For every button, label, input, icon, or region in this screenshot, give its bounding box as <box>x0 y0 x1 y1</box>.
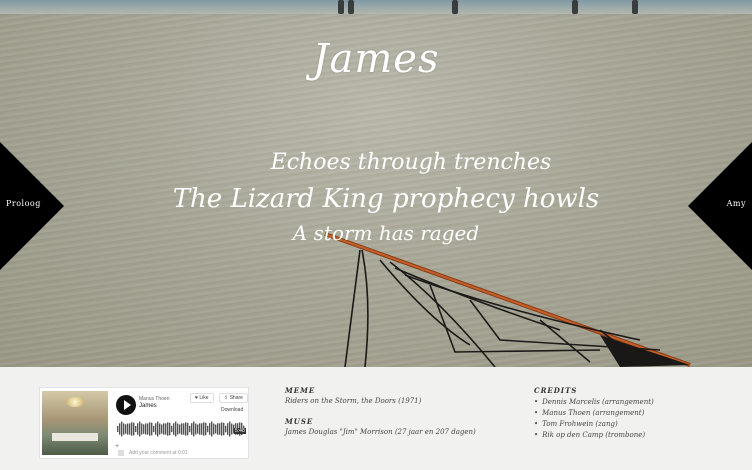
waveform-bar <box>185 422 187 436</box>
waveform[interactable] <box>117 419 245 439</box>
muse-text: James Douglas "Jim" Morrison (27 jaar en… <box>285 428 476 436</box>
waveform-bar <box>153 425 155 433</box>
waveform-bar <box>139 421 141 437</box>
waveform-bar <box>179 424 181 434</box>
waveform-bar <box>157 421 159 437</box>
waveform-bar <box>221 422 223 436</box>
share-button[interactable]: ⇪ Share <box>219 393 248 403</box>
waveform-bar <box>217 423 219 435</box>
waveform-bar <box>121 421 123 437</box>
avatar <box>118 450 124 456</box>
waveform-bar <box>169 422 171 436</box>
waveform-bar <box>151 422 153 436</box>
waveform-bar <box>209 423 211 435</box>
track-artwork[interactable] <box>42 391 108 455</box>
waveform-bar <box>189 425 191 433</box>
waveform-bar <box>181 423 183 435</box>
comment-input[interactable]: Add your comment at 0:01 <box>129 450 188 456</box>
waveform-bar <box>207 425 209 433</box>
hero-image: James Echoes through trenches The Lizard… <box>0 0 752 367</box>
waveform-bar <box>163 423 165 435</box>
waveform-bar <box>149 422 151 436</box>
waveform-bar <box>125 424 127 434</box>
download-button[interactable]: Download <box>221 407 243 413</box>
waveform-bar <box>117 426 119 432</box>
waveform-bar <box>177 423 179 435</box>
like-label: Like <box>199 395 209 401</box>
waveform-bar <box>147 423 149 435</box>
waveform-bar <box>171 425 173 433</box>
add-comment-icon[interactable]: + <box>115 443 119 450</box>
track-duration: 5:48 <box>234 428 246 434</box>
poem: Echoes through trenches The Lizard King … <box>0 146 752 248</box>
waveform-bar <box>127 423 129 435</box>
poem-line: Echoes through trenches <box>270 150 552 175</box>
meme-heading: MEME <box>285 386 316 395</box>
waveform-bar <box>195 423 197 435</box>
waveform-bar <box>225 425 227 433</box>
waveform-bar <box>213 423 215 435</box>
waveform-bar <box>135 425 137 433</box>
info-panel: Manus Thoen James ♥ Like ⇪ Share Downloa… <box>0 367 752 470</box>
meme-text: Riders on the Storm, the Doors (1971) <box>285 397 422 405</box>
waveform-bar <box>229 421 231 437</box>
waveform-bar <box>219 423 221 435</box>
waveform-bar <box>141 423 143 435</box>
waveform-bar <box>123 423 125 435</box>
page-title: James <box>312 36 440 82</box>
waveform-bar <box>143 424 145 434</box>
waveform-bar <box>191 423 193 435</box>
waveform-bar <box>203 422 205 436</box>
credits-heading: CREDITS <box>534 386 578 395</box>
poem-line: A storm has raged <box>292 221 480 245</box>
list-item: Tom Frohwein (zang) <box>534 419 654 430</box>
waveform-bar <box>175 421 177 437</box>
credits-list: Dennis Marcelis (arrangement) Manus Thoe… <box>534 397 654 441</box>
waveform-bar <box>223 422 225 436</box>
poem-line: The Lizard King prophecy howls <box>172 184 600 214</box>
next-chapter-label[interactable]: Amy <box>727 199 746 208</box>
waveform-bar <box>211 421 213 437</box>
waveform-bar <box>131 422 133 436</box>
waveform-bar <box>205 422 207 436</box>
waveform-bar <box>137 423 139 435</box>
list-item: Rik op den Camp (trombone) <box>534 430 654 441</box>
waveform-bar <box>159 423 161 435</box>
waveform-bar <box>199 423 201 435</box>
waveform-bar <box>187 422 189 436</box>
share-label: Share <box>229 395 243 401</box>
waveform-bar <box>145 423 147 435</box>
chandelier-icon <box>66 397 84 407</box>
track-title[interactable]: James <box>139 403 157 409</box>
waveform-bar <box>165 423 167 435</box>
waveform-bar <box>133 422 135 436</box>
waveform-bar <box>161 424 163 434</box>
waveform-bar <box>173 423 175 435</box>
table-shape <box>52 433 98 441</box>
waveform-bar <box>231 423 233 435</box>
waveform-bar <box>201 423 203 435</box>
prev-chapter-label[interactable]: Proloog <box>6 199 41 208</box>
waveform-bar <box>155 423 157 435</box>
waveform-bar <box>193 421 195 437</box>
list-item: Manus Thoen (arrangement) <box>534 408 654 419</box>
waveform-bar <box>167 422 169 436</box>
waveform-bar <box>183 423 185 435</box>
list-item: Dennis Marcelis (arrangement) <box>534 397 654 408</box>
waveform-bar <box>129 423 131 435</box>
waveform-bar <box>197 424 199 434</box>
waveform-bar <box>119 423 121 435</box>
like-button[interactable]: ♥ Like <box>190 393 214 403</box>
muse-heading: MUSE <box>285 417 314 426</box>
play-button[interactable] <box>116 395 136 415</box>
artist-name[interactable]: Manus Thoen <box>139 396 169 402</box>
waveform-bar <box>227 423 229 435</box>
waveform-bar <box>215 424 217 434</box>
audio-player-widget: Manus Thoen James ♥ Like ⇪ Share Downloa… <box>39 387 249 459</box>
